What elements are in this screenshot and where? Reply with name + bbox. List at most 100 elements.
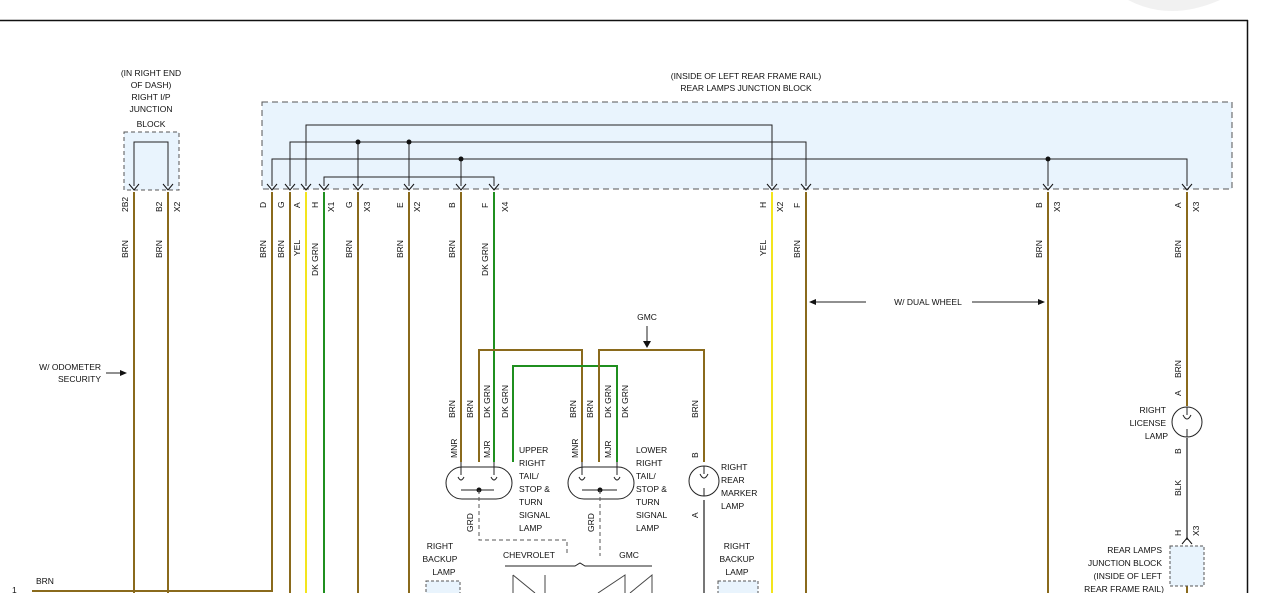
rear-lamps-junction-block: (INSIDE OF LEFT REAR FRAME RAIL) REAR LA… — [261, 71, 1233, 190]
junction2-label-3: (INSIDE OF LEFT — [1094, 571, 1162, 581]
lower-label-6: SIGNAL — [636, 510, 667, 520]
lower-pin-mnr: MNR — [570, 439, 580, 458]
ip-block-label-2: OF DASH) — [131, 80, 172, 90]
license-label-1: RIGHT — [1140, 405, 1166, 415]
upper-label-5: TURN — [519, 497, 543, 507]
gmc-bottom-label: GMC — [619, 550, 639, 560]
marker-label-1: RIGHT — [721, 462, 747, 472]
junction2-pin-x3: X3 — [1191, 525, 1201, 536]
pin-e: E — [395, 202, 405, 208]
wire-label-g2: BRN — [344, 240, 354, 258]
license-wire-top: BRN — [1173, 360, 1183, 378]
pin-a: A — [292, 202, 302, 208]
marker-label-4: LAMP — [721, 501, 744, 511]
backup-lamp-left: RIGHT BACKUP LAMP — [423, 541, 461, 593]
license-wire-bottom: BLK — [1173, 480, 1183, 496]
pin-h2: H — [758, 202, 768, 208]
pin-x4: X4 — [500, 201, 510, 212]
lower-label-3: TAIL/ — [636, 471, 656, 481]
lower-label-4: STOP & — [636, 484, 667, 494]
junction2-pin-h: H — [1173, 530, 1183, 536]
pin-x1: X1 — [326, 201, 336, 212]
rear-marker-lamp: BRN B A RIGHT REAR MARKER LAMP — [688, 400, 757, 518]
wire-label-2b2: BRN — [120, 240, 130, 258]
odometer-annotation: W/ ODOMETER SECURITY — [39, 362, 127, 384]
lower-ground-label: GRD — [586, 513, 596, 532]
lower-label-2: RIGHT — [636, 458, 662, 468]
bottom-wire-label: BRN — [36, 576, 54, 586]
odometer-label-1: W/ ODOMETER — [39, 362, 101, 372]
pin-b2-rear: B — [1034, 202, 1044, 208]
upper-ground-label: GRD — [465, 513, 475, 532]
wire-label-h2: YEL — [758, 240, 768, 256]
rear-block-label-1: (INSIDE OF LEFT REAR FRAME RAIL) — [671, 71, 822, 81]
odometer-label-2: SECURITY — [58, 374, 101, 384]
pin-x2-b: X2 — [775, 201, 785, 212]
pin-a2: A — [1173, 202, 1183, 208]
wire-labels: BRN BRN BRN BRN YEL DK GRN BRN BRN BRN D… — [120, 240, 1183, 276]
wire-label-b-x3: BRN — [1034, 240, 1044, 258]
lower-wire-label-4: DK GRN — [620, 385, 630, 418]
pin-x3-a: X3 — [362, 201, 372, 212]
lower-pin-mjr: MJR — [603, 441, 613, 458]
license-label-2: LICENSE — [1130, 418, 1167, 428]
backup-left-label-3: LAMP — [432, 567, 455, 577]
backup-right-label-3: LAMP — [725, 567, 748, 577]
upper-label-3: TAIL/ — [519, 471, 539, 481]
marker-wire-label: BRN — [690, 400, 700, 418]
pin-g: G — [276, 201, 286, 208]
upper-label-2: RIGHT — [519, 458, 545, 468]
upper-label-4: STOP & — [519, 484, 550, 494]
pin-f: F — [480, 203, 490, 208]
ip-block-label-4: JUNCTION — [130, 104, 173, 114]
upper-wire-label-2: BRN — [465, 400, 475, 418]
upper-label-6: SIGNAL — [519, 510, 550, 520]
upper-wire-label-4: DK GRN — [500, 385, 510, 418]
wire-label-f2: BRN — [792, 240, 802, 258]
backup-left-label-1: RIGHT — [427, 541, 453, 551]
gmc-top-label: GMC — [637, 312, 657, 322]
upper-wire-label-3: DK GRN — [482, 385, 492, 418]
upper-wire-label-1: BRN — [447, 400, 457, 418]
backup-right-label-2: BACKUP — [720, 554, 755, 564]
lower-label-5: TURN — [636, 497, 660, 507]
license-pin-a: A — [1173, 390, 1183, 396]
corner-shade — [1128, 0, 1220, 11]
dual-wheel-label: W/ DUAL WHEEL — [894, 297, 962, 307]
wire-d — [32, 192, 273, 592]
row-number: 1 — [12, 585, 17, 593]
pin-x3-b: X3 — [1052, 201, 1062, 212]
dual-wheel-annotation: W/ DUAL WHEEL — [809, 297, 1045, 307]
wire-label-b: BRN — [447, 240, 457, 258]
lower-label-7: LAMP — [636, 523, 659, 533]
wire-label-e: BRN — [395, 240, 405, 258]
license-label-3: LAMP — [1145, 431, 1168, 441]
pin-x2-a: X2 — [412, 201, 422, 212]
upper-label-7: LAMP — [519, 523, 542, 533]
wiring-diagram: (IN RIGHT END OF DASH) RIGHT I/P JUNCTIO… — [0, 0, 1249, 593]
right-ip-junction-block: (IN RIGHT END OF DASH) RIGHT I/P JUNCTIO… — [121, 68, 181, 191]
marker-label-2: REAR — [721, 475, 745, 485]
pin-2b2: 2B2 — [120, 197, 130, 212]
wire-label-a-x3: BRN — [1173, 240, 1183, 258]
pin-f2: F — [792, 203, 802, 208]
wire-label-f: DK GRN — [480, 243, 490, 276]
lower-wire-label-3: DK GRN — [603, 385, 613, 418]
pin-labels: 2B2 B2 X2 D G A H X1 G X3 E X2 B F X4 H … — [120, 197, 1201, 212]
ip-block-label-1: (IN RIGHT END — [121, 68, 181, 78]
wire-label-d: BRN — [258, 240, 268, 258]
backup-left-label-2: BACKUP — [423, 554, 458, 564]
upper-pin-mjr: MJR — [482, 441, 492, 458]
rear-block-label-2: REAR LAMPS JUNCTION BLOCK — [680, 83, 812, 93]
pin-b: B — [447, 202, 457, 208]
upper-pin-mnr: MNR — [449, 439, 459, 458]
wire-label-h: DK GRN — [310, 243, 320, 276]
pin-x2-ip: X2 — [172, 201, 182, 212]
upper-label-1: UPPER — [519, 445, 548, 455]
upper-tail-lamp: BRN BRN DK GRN DK GRN MNR MJR GRD UPPER … — [445, 385, 568, 556]
pin-h: H — [310, 202, 320, 208]
lower-label-1: LOWER — [636, 445, 667, 455]
chevrolet-label: CHEVROLET — [503, 550, 555, 560]
pin-b2: B2 — [154, 201, 164, 212]
pin-d: D — [258, 202, 268, 208]
